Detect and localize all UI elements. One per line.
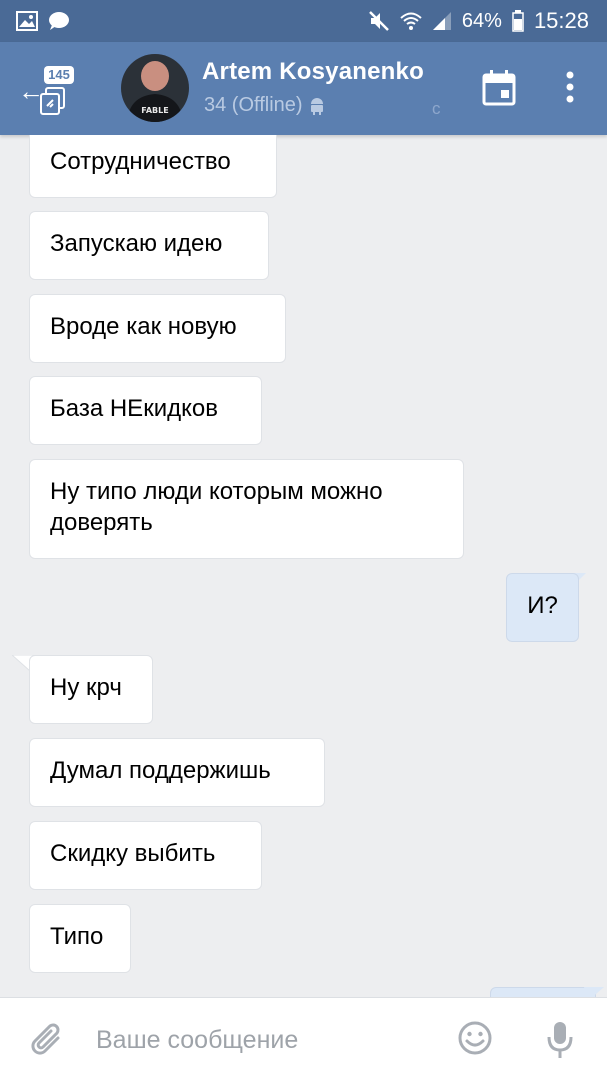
emoji-button[interactable] xyxy=(457,1020,493,1056)
attach-button[interactable] xyxy=(30,1020,66,1060)
mute-icon xyxy=(368,10,390,32)
svg-text:FABLE: FABLE xyxy=(141,106,168,115)
contact-name[interactable]: Artem Kosyanenko xyxy=(202,58,424,86)
emoji-icon xyxy=(458,1021,492,1055)
dialogs-icon xyxy=(40,87,65,115)
chat-bubble-icon xyxy=(48,11,70,31)
message-bubble[interactable]: Запускаю идею xyxy=(29,211,269,280)
status-left xyxy=(16,11,70,31)
message-bubble[interactable]: Думал поддержишь xyxy=(29,738,325,807)
message-bubble-outgoing[interactable]: И? xyxy=(506,573,579,642)
contact-status-text: 34 (Offline) xyxy=(204,94,303,116)
wifi-icon xyxy=(400,11,422,31)
paperclip-icon xyxy=(31,1023,60,1055)
message-composer xyxy=(0,997,607,1080)
battery-icon xyxy=(512,10,524,32)
more-vertical-icon xyxy=(566,71,574,103)
battery-percent: 64% xyxy=(461,9,502,32)
status-suffix: с xyxy=(432,99,441,118)
message-bubble[interactable]: База НЕкидков xyxy=(29,376,262,445)
message-bubble[interactable]: Скидку выбить xyxy=(29,821,262,890)
message-bubble-outgoing-partial[interactable] xyxy=(490,987,596,997)
contact-status: 34 (Offline) xyxy=(204,94,325,117)
avatar[interactable]: FABLE xyxy=(121,54,189,122)
message-input[interactable] xyxy=(96,1018,426,1062)
message-bubble[interactable]: Типо xyxy=(29,904,131,973)
image-icon xyxy=(16,11,38,31)
microphone-icon xyxy=(547,1022,573,1058)
message-bubble[interactable]: Вроде как новую xyxy=(29,294,286,363)
signal-icon xyxy=(432,11,452,31)
unread-count-badge: 145 xyxy=(44,66,74,84)
chat-header: ← 145 FABLE Artem Kosyanenko 34 (Offline… xyxy=(0,42,607,135)
voice-message-button[interactable] xyxy=(546,1020,574,1060)
status-bar: 64% 15:28 xyxy=(0,0,607,42)
message-bubble[interactable]: Ну крч xyxy=(29,655,153,724)
back-button[interactable]: ← 145 xyxy=(14,64,78,115)
calendar-icon xyxy=(482,70,516,106)
more-button[interactable] xyxy=(560,70,580,106)
calendar-button[interactable] xyxy=(482,70,516,106)
message-list[interactable]: Сотрудничество Запускаю идею Вроде как н… xyxy=(0,135,607,997)
android-icon xyxy=(310,97,323,115)
bubble-tail xyxy=(584,987,604,997)
message-bubble[interactable]: Ну типо люди которым можно доверять xyxy=(29,459,464,559)
status-right: 64% 15:28 xyxy=(368,8,589,34)
clock: 15:28 xyxy=(533,8,589,33)
message-bubble[interactable]: Сотрудничество xyxy=(29,135,277,198)
